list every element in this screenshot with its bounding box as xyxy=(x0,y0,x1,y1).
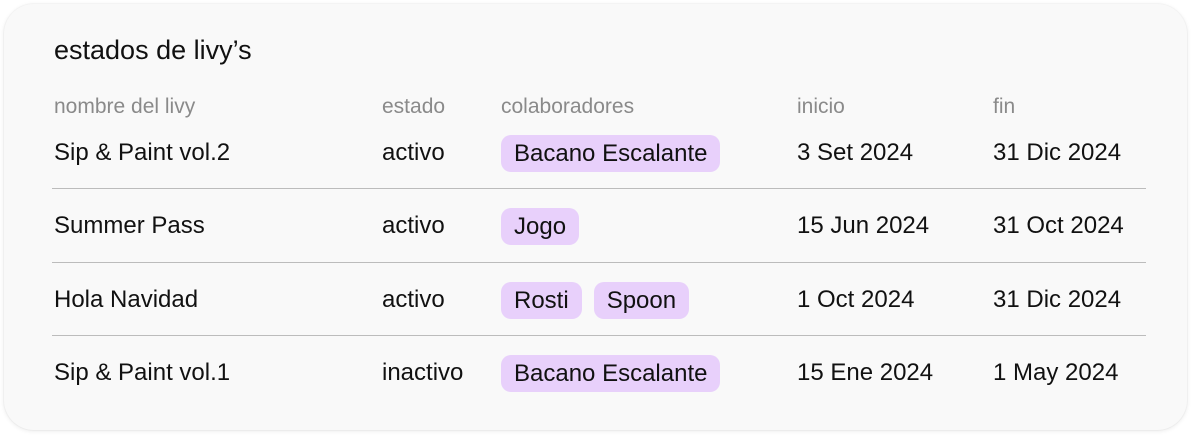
collaborator-tag[interactable]: Bacano Escalante xyxy=(501,134,721,172)
row-estado: activo xyxy=(382,286,445,313)
row-inicio: 15 Ene 2024 xyxy=(797,359,934,386)
row-colaboradores: Jogo xyxy=(501,207,591,245)
column-header-fin: fin xyxy=(993,95,1016,118)
row-inicio: 15 Jun 2024 xyxy=(797,212,930,239)
table-row[interactable]: Hola Navidad activo Rosti Spoon 1 Oct 20… xyxy=(4,281,1187,319)
row-divider xyxy=(52,262,1146,263)
row-fin: 1 May 2024 xyxy=(993,359,1119,386)
row-estado: activo xyxy=(382,139,445,166)
column-header-colaboradores: colaboradores xyxy=(501,95,635,118)
row-colaboradores: Bacano Escalante xyxy=(501,134,732,172)
row-fin: 31 Dic 2024 xyxy=(993,286,1122,313)
row-colaboradores: Bacano Escalante xyxy=(501,354,732,392)
row-name: Summer Pass xyxy=(54,212,205,239)
row-divider xyxy=(52,188,1146,189)
table-row[interactable]: Summer Pass activo Jogo 15 Jun 2024 31 O… xyxy=(4,207,1187,245)
row-fin: 31 Dic 2024 xyxy=(993,139,1122,166)
row-name: Hola Navidad xyxy=(54,286,199,313)
row-inicio: 3 Set 2024 xyxy=(797,139,914,166)
table-row[interactable]: Sip & Paint vol.1 inactivo Bacano Escala… xyxy=(4,354,1187,392)
collaborator-tag[interactable]: Jogo xyxy=(501,207,580,245)
table-row[interactable]: Sip & Paint vol.2 activo Bacano Escalant… xyxy=(4,134,1187,172)
column-header-estado: estado xyxy=(382,95,446,118)
row-estado: inactivo xyxy=(382,359,464,386)
collaborator-tag[interactable]: Spoon xyxy=(593,281,690,319)
row-estado: activo xyxy=(382,212,445,239)
collaborator-tag[interactable]: Bacano Escalante xyxy=(501,354,721,392)
card-title: estados de livy’s xyxy=(54,35,252,65)
row-name: Sip & Paint vol.1 xyxy=(54,359,231,386)
row-inicio: 1 Oct 2024 xyxy=(797,286,915,313)
row-colaboradores: Rosti Spoon xyxy=(501,281,701,319)
livy-status-card: estados de livy’s nombre del livy estado… xyxy=(4,4,1187,430)
collaborator-tag[interactable]: Rosti xyxy=(501,281,582,319)
row-name: Sip & Paint vol.2 xyxy=(54,139,231,166)
column-header-name: nombre del livy xyxy=(54,95,196,118)
row-fin: 31 Oct 2024 xyxy=(993,212,1124,239)
column-header-inicio: inicio xyxy=(797,95,845,118)
row-divider xyxy=(52,335,1146,336)
